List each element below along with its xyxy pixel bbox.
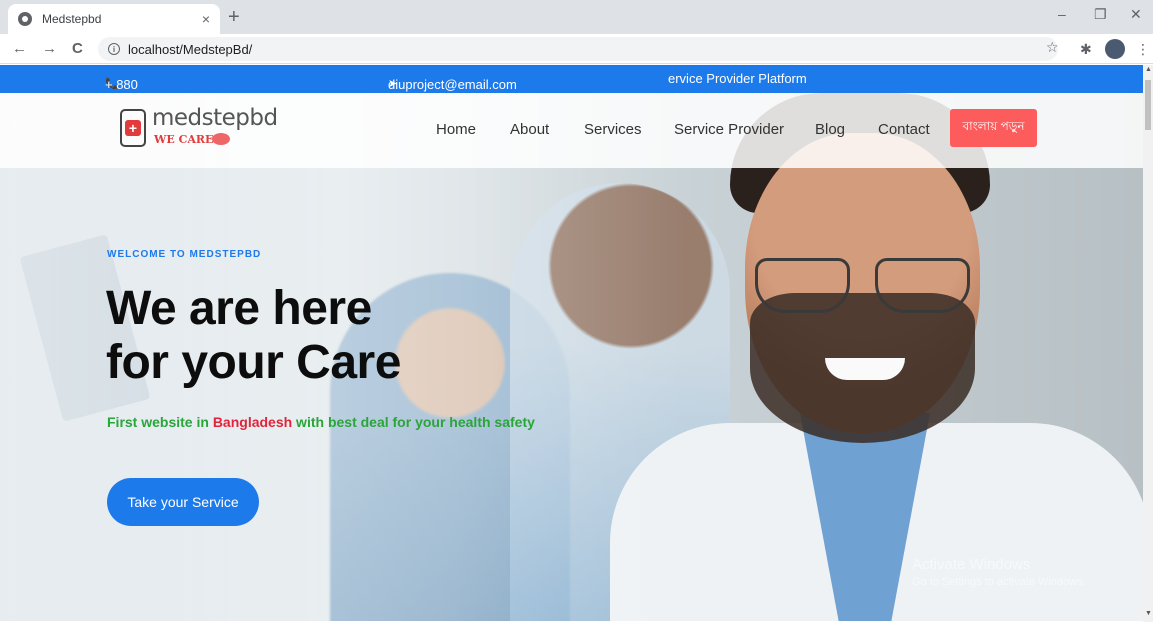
- headline-line-1: We are here: [106, 282, 372, 335]
- activate-windows-subtitle: Go to Settings to activate Windows.: [912, 576, 1086, 588]
- reload-icon[interactable]: C: [72, 40, 83, 57]
- hero-subline: First website in Bangladesh with best de…: [107, 411, 537, 433]
- browser-tab-bar: Medstepbd × + – ❐ ✕: [0, 0, 1153, 34]
- globe-icon: [18, 12, 32, 26]
- activate-windows-title: Activate Windows: [912, 556, 1031, 573]
- browser-tab[interactable]: Medstepbd ×: [8, 4, 220, 34]
- page-scrollbar[interactable]: [1143, 65, 1153, 622]
- close-tab-icon[interactable]: ×: [202, 11, 210, 27]
- minimize-button[interactable]: –: [1058, 6, 1066, 22]
- ticker-text: ervice Provider Platform: [668, 71, 807, 86]
- headline-line-2: for your Care: [106, 336, 401, 389]
- scroll-thumb[interactable]: [1145, 80, 1151, 130]
- logo-tagline: WE CARE: [154, 133, 214, 146]
- email-address: diuproject@email.com: [388, 77, 517, 92]
- nav-blog[interactable]: Blog: [815, 121, 845, 138]
- subline-part: First website in: [107, 414, 213, 430]
- browser-menu-icon[interactable]: ⋮: [1136, 41, 1150, 58]
- take-service-button[interactable]: Take your Service: [107, 478, 259, 526]
- hero-headline: We are here for your Care: [106, 282, 401, 390]
- medical-phone-icon: [120, 109, 146, 147]
- site-logo[interactable]: medstepbd WE CARE: [120, 105, 278, 153]
- back-icon[interactable]: ←: [12, 40, 27, 57]
- restore-button[interactable]: ❐: [1094, 6, 1107, 23]
- subline-part: with best deal for your health safety: [292, 414, 535, 430]
- nav-about[interactable]: About: [510, 121, 549, 138]
- nav-services[interactable]: Services: [584, 121, 642, 138]
- forward-icon[interactable]: →: [42, 40, 57, 57]
- hero-eyebrow: WELCOME TO MEDSTEPBD: [107, 249, 262, 260]
- subline-country: Bangladesh: [212, 414, 293, 430]
- address-bar[interactable]: i localhost/MedstepBd/: [98, 37, 1058, 61]
- profile-avatar[interactable]: [1105, 39, 1125, 59]
- extensions-icon[interactable]: ✱: [1080, 41, 1092, 58]
- logo-name: medstepbd: [152, 105, 278, 131]
- close-window-button[interactable]: ✕: [1130, 6, 1142, 23]
- nav-home[interactable]: Home: [436, 121, 476, 138]
- tab-title: Medstepbd: [42, 12, 102, 26]
- info-icon[interactable]: i: [108, 43, 120, 55]
- nav-service-provider[interactable]: Service Provider: [674, 121, 784, 138]
- heart-icon: [212, 133, 230, 145]
- site-contact-bar: 📞+ 880 1732379393 ➤diuproject@email.com …: [0, 65, 1143, 107]
- bookmark-star-icon[interactable]: ☆: [1046, 39, 1059, 56]
- nav-contact[interactable]: Contact: [878, 121, 930, 138]
- url-text: localhost/MedstepBd/: [128, 41, 253, 57]
- site-header: medstepbd WE CARE Home About Services Se…: [0, 93, 1143, 168]
- bangla-language-button[interactable]: বাংলায় পড়ুন: [950, 109, 1037, 147]
- scroll-up-icon[interactable]: ▲: [1145, 66, 1152, 73]
- browser-toolbar: ← → C i localhost/MedstepBd/ ☆ ✱ ⋮: [0, 34, 1153, 64]
- new-tab-button[interactable]: +: [228, 6, 240, 29]
- scroll-down-icon[interactable]: ▼: [1145, 610, 1152, 617]
